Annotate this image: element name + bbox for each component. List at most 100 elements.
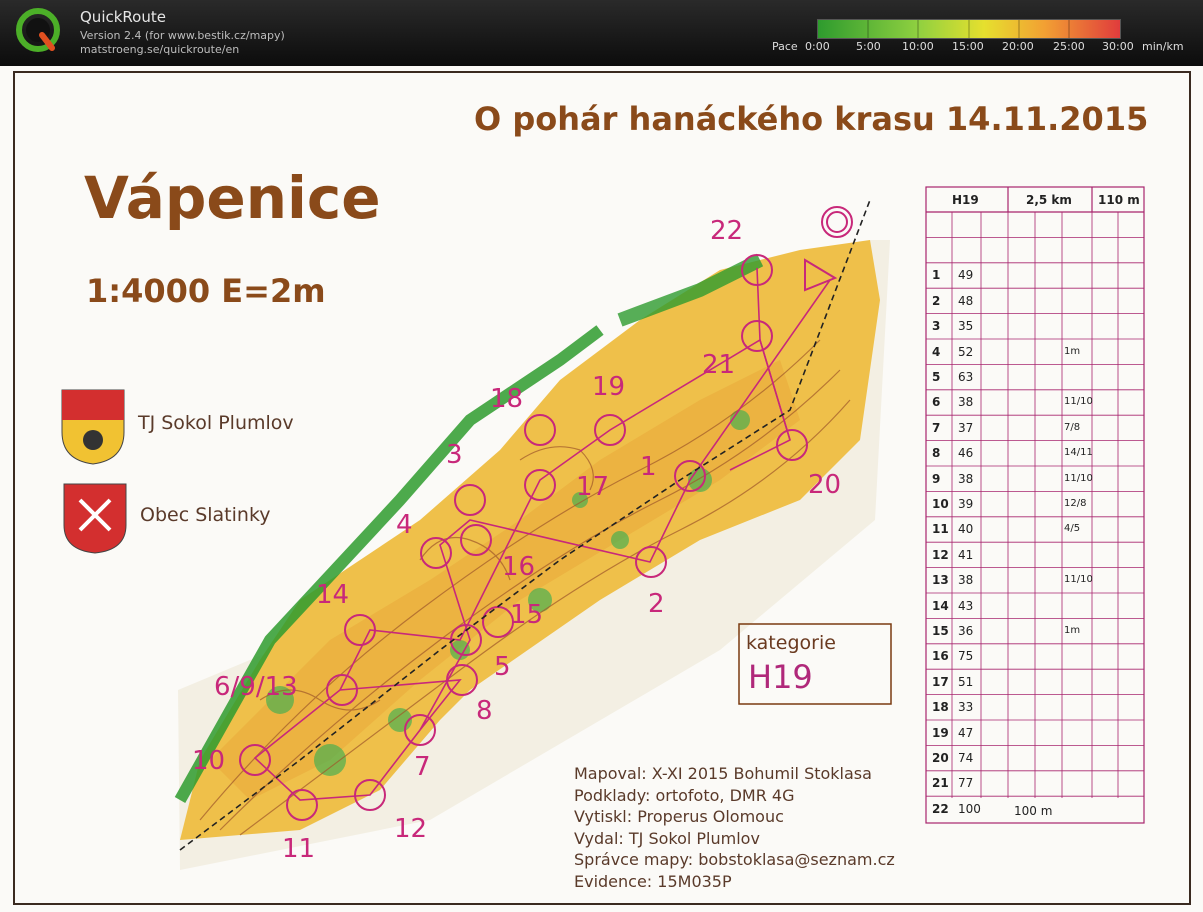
app-title: QuickRoute	[80, 8, 166, 26]
map-canvas[interactable]: O pohár hanáckého krasu 14.11.2015 Vápen…	[0, 66, 1203, 912]
cd-control-code: 51	[958, 674, 974, 689]
cd-control-code: 52	[958, 344, 974, 359]
cd-control-code: 74	[958, 751, 974, 765]
cd-control-number: 4	[932, 344, 941, 359]
pace-tick: 15:00	[952, 40, 984, 53]
control-label: 21	[702, 350, 736, 380]
cd-control-note: 4/5	[1064, 523, 1081, 535]
app-header: QuickRoute Version 2.4 (for www.bestik.c…	[0, 0, 1203, 66]
cd-control-number: 5	[932, 370, 941, 384]
cd-control-code: 75	[958, 649, 974, 664]
cd-control-code: 37	[958, 420, 974, 435]
cd-control-code: 38	[958, 471, 974, 486]
club-crest-icon	[61, 389, 125, 465]
category-label: kategorie	[746, 632, 836, 654]
cd-control-code: 63	[958, 370, 974, 384]
cd-control-number: 8	[932, 446, 941, 461]
cd-control-number: 7	[932, 420, 941, 435]
cd-control-number: 2	[932, 293, 941, 308]
credit-line: Podklady: ortofoto, DMR 4G	[574, 785, 795, 805]
control-label: 14	[316, 580, 350, 610]
control-label: 2	[648, 589, 665, 619]
cd-finish-distance: 100 m	[1014, 804, 1053, 818]
cd-control-number: 18	[932, 700, 949, 715]
control-label: 7	[414, 752, 431, 782]
credit-line: Vytiskl: Properus Olomouc	[574, 807, 784, 826]
cd-control-code: 48	[958, 293, 974, 308]
control-label: 4	[396, 510, 413, 540]
cd-control-code: 47	[958, 725, 974, 740]
pace-tick: 25:00	[1053, 40, 1085, 53]
control-label: 16	[502, 552, 536, 582]
cd-control-number: 1	[932, 268, 941, 283]
pace-tick: 5:00	[856, 40, 881, 53]
cd-control-number: 19	[932, 725, 949, 740]
cd-control-note: 1m	[1064, 625, 1081, 636]
app-website: matstroeng.se/quickroute/en	[80, 43, 240, 56]
pace-tick: 30:00	[1102, 40, 1134, 53]
cd-control-code: 36	[958, 624, 974, 638]
cd-control-number: 9	[932, 471, 941, 486]
pace-tick: 20:00	[1002, 40, 1034, 53]
control-label: 18	[490, 384, 524, 414]
credit-line: Evidence: 15M035P	[574, 871, 732, 891]
cd-control-number: 21	[932, 776, 949, 791]
control-label: 6/9/13	[214, 672, 298, 702]
cd-control-code: 49	[958, 268, 974, 283]
cd-control-note: 11/10	[1064, 472, 1093, 484]
map-scale: 1:4000 E=2m	[86, 272, 326, 310]
municipal-crest-icon	[63, 483, 127, 554]
cd-control-number: 17	[932, 674, 949, 689]
cd-control-code: 35	[958, 319, 974, 334]
category-value: H19	[748, 658, 813, 696]
cd-control-number: 22	[932, 801, 949, 816]
cd-control-code: 39	[958, 497, 974, 511]
cd-control-code: 38	[958, 573, 974, 588]
control-label: 15	[510, 600, 544, 630]
event-title: O pohár hanáckého krasu 14.11.2015	[474, 100, 1149, 138]
cd-control-code: 46	[958, 446, 974, 461]
control-label: 12	[394, 814, 428, 844]
control-label: 20	[808, 470, 842, 500]
control-label: 10	[192, 746, 226, 776]
cd-control-note: 12/8	[1064, 498, 1087, 509]
logo-label-municipality: Obec Slatinky	[140, 504, 271, 526]
credit-line: Vydal: TJ Sokol Plumlov	[574, 828, 760, 848]
cd-control-number: 16	[932, 649, 949, 664]
cd-control-note: 14/11	[1064, 447, 1093, 459]
credit-line: Správce mapy: bobstoklasa@seznam.cz	[574, 850, 895, 869]
control-label: 3	[446, 440, 463, 470]
control-label: 11	[282, 834, 316, 864]
cd-control-number: 6	[932, 395, 941, 410]
cd-control-number: 12	[932, 547, 949, 562]
logo-label-club: TJ Sokol Plumlov	[138, 412, 294, 434]
cd-control-code: 38	[958, 395, 974, 410]
cd-control-note: 11/10	[1064, 574, 1093, 586]
cd-control-number: 10	[932, 497, 949, 511]
cd-category: H19	[952, 193, 979, 207]
quickroute-logo-icon	[16, 8, 60, 52]
control-label: 8	[476, 696, 493, 726]
control-label: 19	[592, 372, 626, 402]
cd-control-note: 7/8	[1064, 421, 1081, 433]
pace-unit: min/km	[1142, 40, 1184, 53]
control-label: 1	[640, 452, 657, 482]
control-label: 5	[494, 652, 511, 682]
control-label: 17	[576, 472, 610, 502]
pace-tick: 10:00	[902, 40, 934, 53]
pace-gradient	[818, 20, 1120, 38]
cd-climb: 110 m	[1098, 193, 1140, 207]
pace-label: Pace	[772, 40, 798, 53]
cd-control-code: 41	[958, 547, 974, 562]
cd-control-number: 3	[932, 319, 941, 334]
cd-control-note: 11/10	[1064, 396, 1093, 408]
pace-tick: 0:00	[805, 40, 830, 53]
cd-control-code: 100	[958, 801, 981, 816]
map-name: Vápenice	[84, 164, 381, 232]
credit-line: Mapoval: X-XI 2015 Bohumil Stoklasa	[574, 764, 872, 783]
cd-control-number: 15	[932, 624, 949, 638]
map-credits: Mapoval: X-XI 2015 Bohumil Stoklasa Podk…	[574, 763, 895, 892]
cd-control-code: 40	[958, 522, 974, 537]
pace-color-scale	[817, 19, 1121, 39]
cd-control-code: 33	[958, 700, 974, 715]
